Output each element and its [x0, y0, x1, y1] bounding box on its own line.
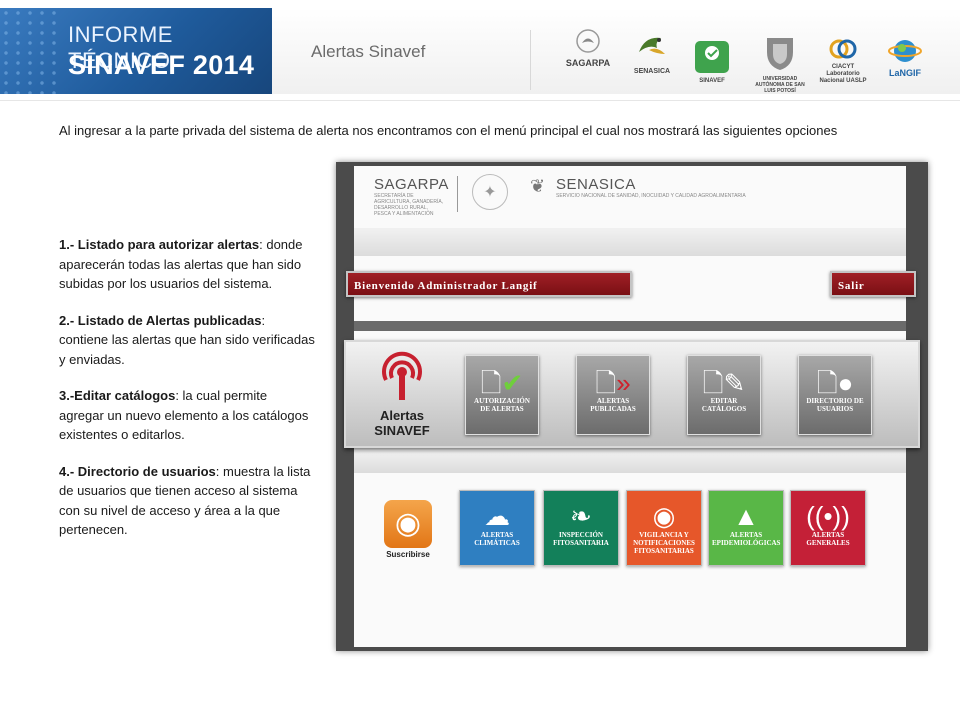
rss-icon[interactable]: ◉ [384, 500, 432, 548]
uaslp-caption: UNIVERSIDAD AUTÓNOMA DE SAN LUIS POTOSÍ [755, 76, 805, 94]
tile-epidemiological-alerts[interactable]: ▲ Alertas Epidemiológicas [708, 490, 784, 566]
header-divider [530, 30, 531, 90]
option-1: 1.- Listado para autorizar alertas: dond… [59, 235, 315, 294]
alertas-logo-line2: SINAVEF [374, 423, 430, 438]
sagarpa-logo: SAGARPA [558, 28, 618, 68]
option-3: 3.-Editar catálogos: la cual permite agr… [59, 386, 315, 445]
screenshot-sagarpa-logo: SAGARPA SECRETARÍA DE AGRICULTURA, GANAD… [374, 176, 449, 217]
broadcast-tower-icon [382, 351, 422, 400]
screenshot-senasica-name: SENASICA [556, 176, 636, 193]
document-check-icon: 🗋✔ [480, 368, 524, 398]
warning-cross-icon: ▲ [733, 501, 759, 531]
welcome-banner: Bienvenido Administrador Langif [346, 271, 632, 297]
leaf-icon: ❧ [570, 501, 592, 531]
ciacyt-logo: CIACYT Laboratorio Nacional UASLP [818, 38, 868, 85]
mexico-seal-icon: ✦ [472, 174, 508, 210]
subscribe-label[interactable]: Suscribirse [378, 550, 438, 559]
separator-band [354, 321, 906, 331]
sinavef-logo-icon [695, 41, 729, 73]
tile-general-label: Alertas Generales [806, 531, 850, 547]
senasica-caption: SENASICA [633, 68, 671, 75]
system-screenshot: SAGARPA SECRETARÍA DE AGRICULTURA, GANAD… [336, 162, 928, 651]
option-2-title: 2.- Listado de Alertas publicadas [59, 312, 262, 328]
weather-cloud-icon: ☁ [484, 501, 510, 531]
tile-epidemiological-label: Alertas Epidemiológicas [712, 531, 781, 547]
tile-climate-alerts[interactable]: ☁ Alertas Climáticas [459, 490, 535, 566]
screenshot-sagarpa-subtitle: SECRETARÍA DE AGRICULTURA, GANADERÍA, DE… [374, 193, 444, 217]
uaslp-logo: UNIVERSIDAD AUTÓNOMA DE SAN LUIS POTOSÍ [752, 34, 808, 94]
logout-button[interactable]: Salir [830, 271, 916, 297]
banner-line2: SINAVEF 2014 [68, 50, 255, 80]
tile-climate-label: Alertas Climáticas [474, 531, 520, 547]
screenshot-senasica-logo: ❦ SENASICA SERVICIO NACIONAL DE SANIDAD,… [530, 176, 746, 199]
senasica-bird-icon: ❦ [530, 176, 546, 196]
option-4-title: 4.- Directorio de usuarios [59, 463, 216, 479]
tile-published-alerts[interactable]: 🗋» Alertas Publicadas [576, 355, 650, 435]
langif-logo: LaNGIF [880, 38, 930, 78]
tile-edit-catalogs[interactable]: 🗋✎ Editar Catálogos [687, 355, 761, 435]
options-list: 1.- Listado para autorizar alertas: dond… [59, 235, 315, 557]
option-2: 2.- Listado de Alertas publicadas: conti… [59, 311, 315, 370]
screenshot-senasica-subtitle: SERVICIO NACIONAL DE SANIDAD, INOCUIDAD … [556, 193, 746, 199]
header-underline [0, 100, 960, 101]
globe-logo-icon [888, 40, 922, 62]
langif-caption: LaNGIF [888, 68, 921, 78]
banner-pattern [0, 8, 60, 94]
option-1-title: 1.- Listado para autorizar alertas [59, 237, 260, 252]
intro-paragraph: Al ingresar a la parte privada del siste… [59, 123, 838, 138]
document-forward-icon: 🗋» [595, 368, 631, 398]
option-3-title: 3.-Editar catálogos [59, 388, 176, 403]
senasica-logo: SENASICA [628, 30, 676, 75]
tile-phyto-label: Inspección Fitosanitaria [553, 531, 609, 547]
tile-phyto-inspection[interactable]: ❧ Inspección Fitosanitaria [543, 490, 619, 566]
tile-directory-label: Directorio de usuarios [806, 397, 864, 413]
sinavef-logo: SINAVEF [692, 40, 732, 84]
page-title: Alertas Sinavef [311, 42, 426, 61]
alertas-sinavef-logo: Alertas SINAVEF [372, 350, 432, 437]
document-users-icon: 🗋● [816, 368, 854, 398]
header-stripe [354, 228, 906, 256]
report-banner: INFORME TÉCNICO SINAVEF 2014 [0, 8, 272, 94]
screenshot-sagarpa-name: SAGARPA [374, 176, 449, 193]
ciacyt-logo-icon [829, 39, 857, 59]
alertas-logo-line1: Alertas [379, 408, 425, 423]
tile-authorize-label: Autorización de alertas [474, 397, 530, 413]
tile-edit-label: Editar Catálogos [701, 397, 747, 413]
broadcast-icon: ((•)) [806, 501, 850, 531]
tile-published-label: Alertas Publicadas [590, 397, 636, 413]
logo-divider [457, 176, 458, 212]
tile-authorize-alerts[interactable]: 🗋✔ Autorización de alertas [465, 355, 539, 435]
sinavef-caption: SINAVEF [699, 78, 725, 84]
document-edit-icon: 🗋✎ [702, 368, 746, 398]
senasica-bird-icon [639, 37, 665, 54]
eagle-seal-icon [576, 29, 600, 53]
tile-general-alerts[interactable]: ((•)) Alertas Generales [790, 490, 866, 566]
admin-menu: Alertas SINAVEF 🗋✔ Autorización de alert… [344, 340, 920, 448]
tile-surveillance-label: Vigilancia y Notificaciones Fitosanitari… [633, 531, 695, 555]
ciacyt-caption: CIACYT Laboratorio Nacional UASLP [819, 64, 867, 84]
university-shield-icon [767, 38, 793, 70]
menu-shadow-stripe [354, 451, 906, 473]
tile-phyto-surveillance[interactable]: ◉ Vigilancia y Notificaciones Fitosanita… [626, 490, 702, 566]
sagarpa-caption: SAGARPA [565, 58, 611, 68]
option-4: 4.- Directorio de usuarios: muestra la l… [59, 462, 315, 540]
tile-user-directory[interactable]: 🗋● Directorio de usuarios [798, 355, 872, 435]
eye-icon: ◉ [652, 501, 676, 531]
